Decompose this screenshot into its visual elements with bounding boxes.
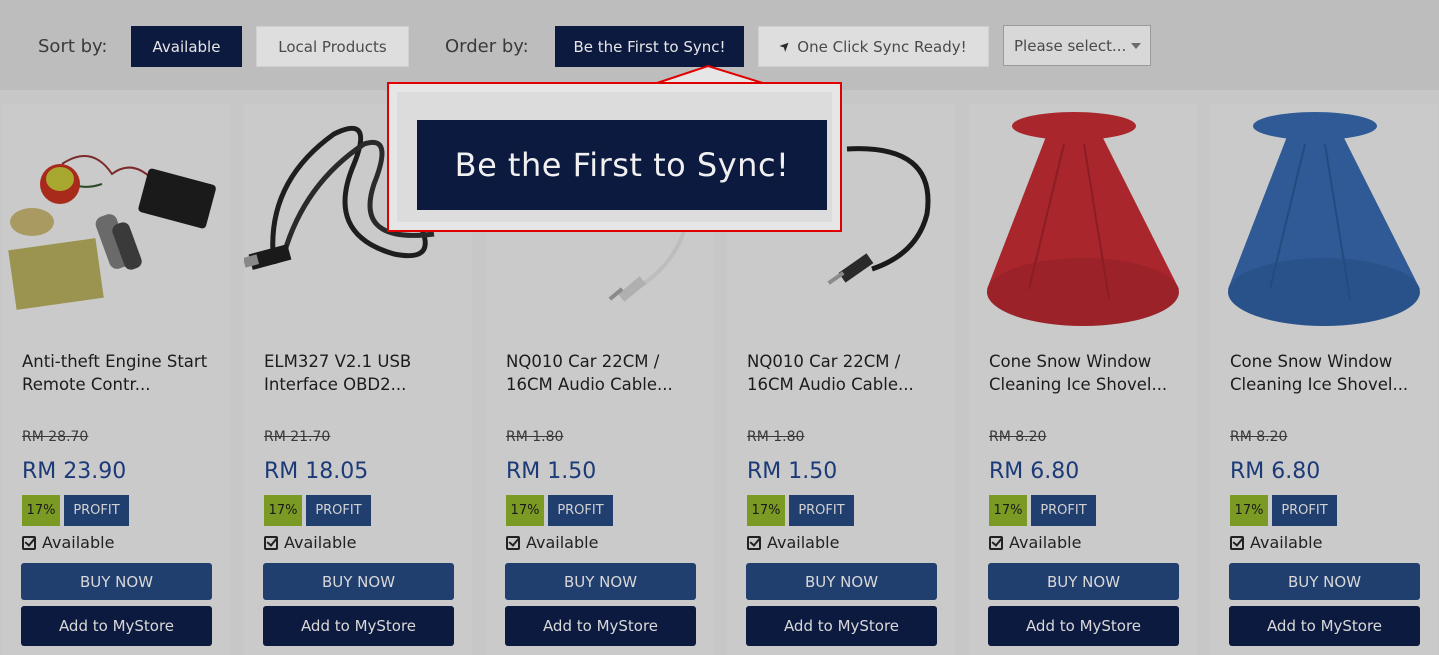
availability-status: Available (989, 533, 1081, 552)
check-square-icon (22, 535, 36, 550)
product-price: RM 23.90 (22, 459, 127, 484)
availability-label: Available (767, 533, 840, 552)
rocket-icon: ➤ (776, 37, 795, 56)
order-select-value: Please select... (1014, 36, 1127, 55)
buy-now-button[interactable]: BUY NOW (988, 563, 1179, 600)
product-title[interactable]: ELM327 V2.1 USB Interface OBD2... (264, 350, 459, 396)
buy-now-button[interactable]: BUY NOW (263, 563, 454, 600)
profit-badge: PROFIT (1031, 495, 1096, 526)
availability-label: Available (284, 533, 357, 552)
availability-status: Available (747, 533, 839, 552)
profit-badge: PROFIT (789, 495, 854, 526)
order-one-click-sync-label: One Click Sync Ready! (797, 37, 967, 56)
profit-badge: PROFIT (548, 495, 613, 526)
sort-local-products-button[interactable]: Local Products (256, 26, 409, 67)
product-price: RM 18.05 (264, 459, 369, 484)
sort-available-button[interactable]: Available (131, 26, 242, 67)
sort-label: Sort by: (38, 36, 108, 57)
product-image-alarm (2, 104, 230, 334)
profit-percent-badge: 17% (264, 495, 302, 526)
buy-now-button[interactable]: BUY NOW (1229, 563, 1420, 600)
add-to-mystore-button[interactable]: Add to MyStore (746, 606, 937, 646)
profit-badge: PROFIT (64, 495, 129, 526)
product-price: RM 6.80 (1230, 459, 1321, 484)
add-to-mystore-button[interactable]: Add to MyStore (263, 606, 454, 646)
check-square-icon (747, 535, 761, 550)
product-old-price: RM 28.70 (22, 429, 89, 445)
order-label: Order by: (445, 36, 529, 57)
availability-label: Available (1009, 533, 1082, 552)
order-first-to-sync-button[interactable]: Be the First to Sync! (555, 26, 744, 67)
profit-percent-badge: 17% (22, 495, 60, 526)
product-image-cone-blue (1210, 104, 1438, 334)
profit-percent-badge: 17% (1230, 495, 1268, 526)
product-card: Cone Snow Window Cleaning Ice Shovel... … (969, 104, 1197, 655)
check-square-icon (506, 535, 520, 550)
add-to-mystore-button[interactable]: Add to MyStore (1229, 606, 1420, 646)
product-image-cone-red (969, 104, 1197, 334)
add-to-mystore-button[interactable]: Add to MyStore (505, 606, 696, 646)
product-price: RM 1.50 (747, 459, 838, 484)
product-title[interactable]: Cone Snow Window Cleaning Ice Shovel... (989, 350, 1184, 396)
buy-now-button[interactable]: BUY NOW (21, 563, 212, 600)
product-old-price: RM 21.70 (264, 429, 331, 445)
product-price: RM 1.50 (506, 459, 597, 484)
profit-percent-badge: 17% (747, 495, 785, 526)
check-square-icon (264, 535, 278, 550)
tutorial-highlight-callout: Be the First to Sync! (387, 82, 842, 232)
profit-percent-badge: 17% (506, 495, 544, 526)
order-one-click-sync-button[interactable]: ➤ One Click Sync Ready! (758, 26, 989, 67)
profit-badge: PROFIT (1272, 495, 1337, 526)
product-price: RM 6.80 (989, 459, 1080, 484)
availability-status: Available (22, 533, 114, 552)
availability-status: Available (264, 533, 356, 552)
product-old-price: RM 1.80 (747, 429, 805, 445)
callout-backdrop: Be the First to Sync! (397, 92, 832, 222)
profit-percent-badge: 17% (989, 495, 1027, 526)
callout-first-to-sync-button[interactable]: Be the First to Sync! (417, 120, 827, 210)
check-square-icon (989, 535, 1003, 550)
caret-down-icon (1131, 43, 1141, 49)
product-old-price: RM 8.20 (1230, 429, 1288, 445)
product-title[interactable]: NQ010 Car 22CM / 16CM Audio Cable... (506, 350, 701, 396)
availability-label: Available (1250, 533, 1323, 552)
product-title[interactable]: NQ010 Car 22CM / 16CM Audio Cable... (747, 350, 942, 396)
add-to-mystore-button[interactable]: Add to MyStore (21, 606, 212, 646)
check-square-icon (1230, 535, 1244, 550)
availability-label: Available (42, 533, 115, 552)
product-title[interactable]: Anti-theft Engine Start Remote Contr... (22, 350, 217, 396)
add-to-mystore-button[interactable]: Add to MyStore (988, 606, 1179, 646)
availability-status: Available (506, 533, 598, 552)
buy-now-button[interactable]: BUY NOW (746, 563, 937, 600)
product-old-price: RM 1.80 (506, 429, 564, 445)
buy-now-button[interactable]: BUY NOW (505, 563, 696, 600)
profit-badge: PROFIT (306, 495, 371, 526)
availability-status: Available (1230, 533, 1322, 552)
product-card: Cone Snow Window Cleaning Ice Shovel... … (1210, 104, 1438, 655)
availability-label: Available (526, 533, 599, 552)
product-card: Anti-theft Engine Start Remote Contr... … (2, 104, 230, 655)
product-old-price: RM 8.20 (989, 429, 1047, 445)
order-select[interactable]: Please select... (1003, 25, 1151, 66)
product-title[interactable]: Cone Snow Window Cleaning Ice Shovel... (1230, 350, 1425, 396)
